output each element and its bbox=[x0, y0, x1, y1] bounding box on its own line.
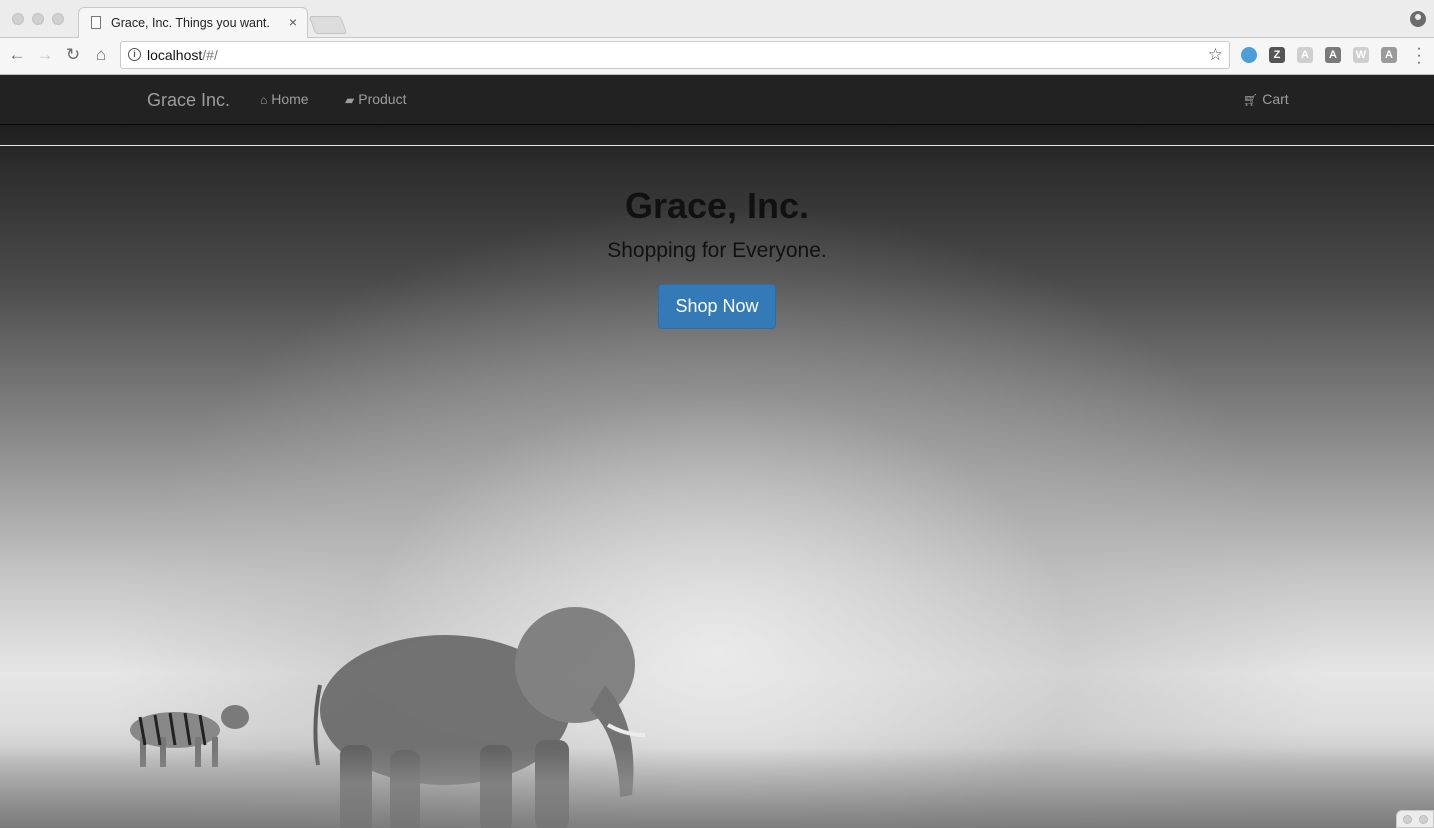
book-icon: ▰ bbox=[345, 93, 355, 107]
browser-titlebar: Grace, Inc. Things you want. × bbox=[0, 0, 1434, 38]
cart-icon: 🛒︎ bbox=[1243, 93, 1259, 107]
home-button-icon[interactable]: ⌂ bbox=[90, 44, 112, 66]
widget-dot-icon bbox=[1419, 815, 1428, 824]
widget-dot-icon bbox=[1403, 815, 1412, 824]
minimize-window-icon[interactable] bbox=[32, 13, 44, 25]
w-extension-icon[interactable]: W bbox=[1353, 47, 1369, 63]
reload-icon[interactable]: ↻ bbox=[62, 44, 84, 66]
browser-tab[interactable]: Grace, Inc. Things you want. × bbox=[78, 7, 308, 38]
angular-extension-icon[interactable]: A bbox=[1325, 47, 1341, 63]
shop-now-button[interactable]: Shop Now bbox=[658, 284, 776, 329]
search-extension-icon[interactable] bbox=[1241, 47, 1257, 63]
adblock-extension-icon[interactable]: A bbox=[1381, 47, 1397, 63]
address-bar[interactable]: i localhost/#/ ☆ bbox=[120, 41, 1230, 69]
close-window-icon[interactable] bbox=[12, 13, 24, 25]
hero-title: Grace, Inc. bbox=[624, 185, 810, 226]
font-extension-icon[interactable]: A bbox=[1297, 47, 1313, 63]
hero-subtitle: Shopping for Everyone. bbox=[607, 239, 827, 262]
profile-icon[interactable] bbox=[1410, 11, 1426, 27]
home-icon: ⌂ bbox=[260, 93, 268, 107]
new-tab-button[interactable] bbox=[308, 16, 348, 34]
browser-toolbar: ← → ↻ ⌂ i localhost/#/ ☆ ZAAWA · · · bbox=[0, 38, 1434, 75]
tab-title: Grace, Inc. Things you want. bbox=[111, 16, 270, 30]
site-navbar: Grace Inc. ⌂ Home ▰ Product 🛒︎ Cart bbox=[0, 75, 1434, 125]
nav-home-link[interactable]: ⌂ Home bbox=[260, 91, 309, 107]
back-icon[interactable]: ← bbox=[6, 44, 28, 66]
zotero-extension-icon[interactable]: Z bbox=[1269, 47, 1285, 63]
document-icon bbox=[91, 16, 101, 29]
elephant-zebra-image bbox=[130, 607, 646, 828]
grass-foreground bbox=[0, 748, 1434, 828]
nav-cart-link[interactable]: 🛒︎ Cart bbox=[1243, 91, 1289, 107]
corner-widget bbox=[1396, 810, 1434, 828]
nav-product-link[interactable]: ▰ Product bbox=[345, 91, 406, 107]
tab-close-icon[interactable]: × bbox=[289, 14, 297, 30]
forward-icon[interactable]: → bbox=[34, 44, 56, 66]
hero-banner: Grace, Inc. Shopping for Everyone. Shop … bbox=[0, 125, 1434, 828]
info-icon[interactable]: i bbox=[128, 48, 141, 61]
menu-dots-icon[interactable]: · · · bbox=[1416, 41, 1422, 71]
url-text: localhost/#/ bbox=[147, 47, 218, 63]
brand-link[interactable]: Grace Inc. bbox=[147, 90, 230, 111]
maximize-window-icon[interactable] bbox=[52, 13, 64, 25]
bookmark-star-icon[interactable]: ☆ bbox=[1208, 45, 1223, 65]
page: Grace Inc. ⌂ Home ▰ Product 🛒︎ Cart Grac… bbox=[0, 75, 1434, 828]
hero-divider bbox=[0, 145, 1434, 146]
